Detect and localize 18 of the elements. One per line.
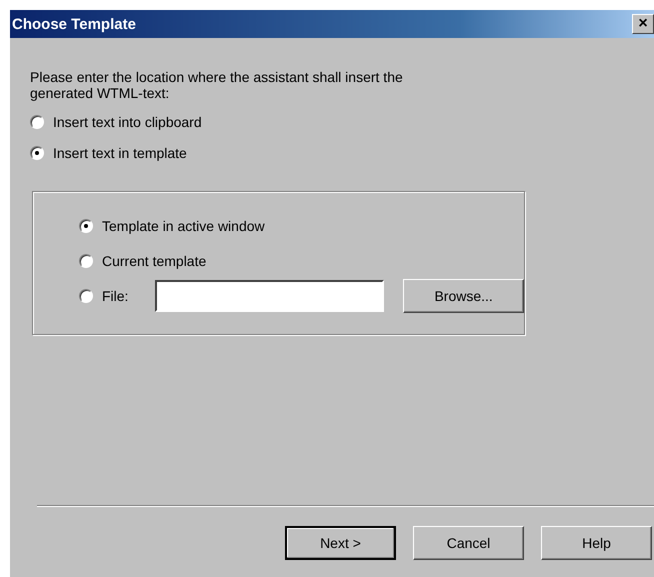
radio-label[interactable]: File: [102,288,142,304]
file-path-field[interactable] [154,280,384,312]
radio-label[interactable]: Template in active window [102,218,265,234]
radio-label[interactable]: Insert text in template [53,144,187,160]
radio-label[interactable]: Current template [102,252,206,268]
close-button[interactable]: × [632,14,654,34]
dialog-button[interactable]: Help [541,526,652,560]
dialog-button[interactable]: Cancel [413,526,524,560]
instruction-text: Please enter the location where the assistant shall insert the generated WTML-text: [30,69,404,101]
radio-button[interactable] [30,146,44,160]
radio-button[interactable] [79,254,93,268]
radio-button[interactable] [79,218,93,232]
radio-button[interactable] [30,114,44,128]
window-title: Choose Template [12,16,136,32]
browse-button[interactable]: Browse... [403,278,524,312]
radio-button[interactable] [79,288,93,302]
dialog-button[interactable]: Next > [285,526,396,560]
radio-label[interactable]: Insert text into clipboard [53,114,202,130]
